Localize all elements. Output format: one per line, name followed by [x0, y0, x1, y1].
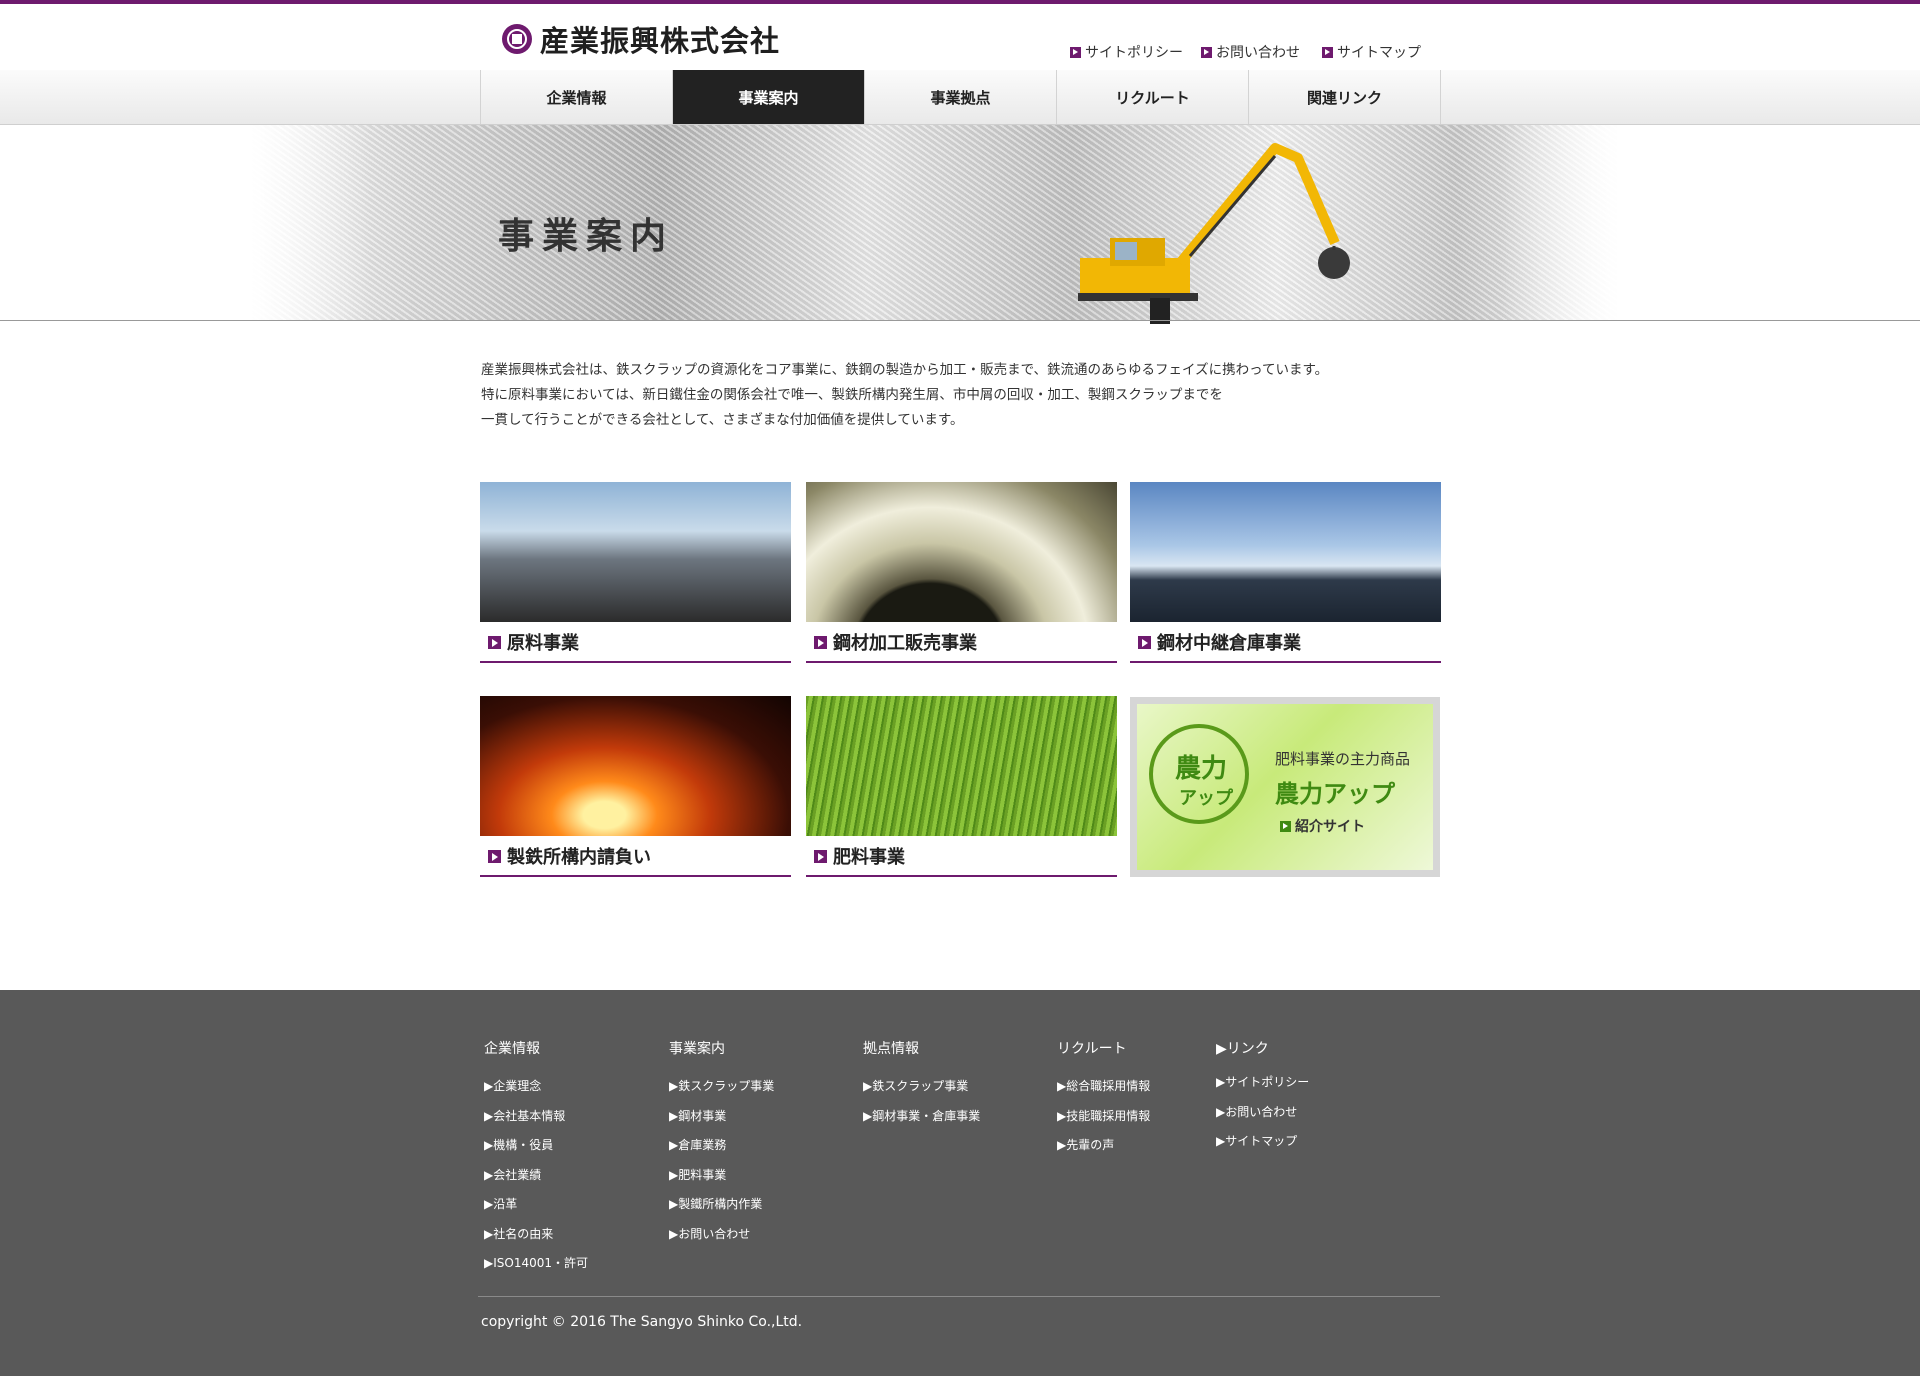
furnace-image [480, 696, 791, 836]
hero-divider [0, 320, 1920, 321]
card-steel-processing[interactable]: 鋼材加工販売事業 [806, 482, 1117, 663]
footer-link[interactable]: ▶お問い合わせ [669, 1220, 774, 1250]
arrow-right-icon [1070, 46, 1081, 58]
arrow-right-icon [1138, 635, 1151, 649]
brushed-metal-background [250, 125, 1620, 321]
footer-link[interactable]: ▶沿革 [484, 1190, 588, 1220]
card-raw-materials[interactable]: 原料事業 [480, 482, 791, 663]
footer-link[interactable]: ▶倉庫業務 [669, 1131, 774, 1161]
footer-heading: 拠点情報 [863, 1041, 919, 1057]
footer-link[interactable]: ▶企業理念 [484, 1072, 588, 1102]
footer-link[interactable]: ▶サイトマップ [1216, 1127, 1309, 1157]
footer: 企業情報 ▶企業理念 ▶会社基本情報 ▶機構・役員 ▶会社業績 ▶沿革 ▶社名の… [0, 990, 1920, 1376]
footer-heading[interactable]: ▶リンク [1216, 1038, 1309, 1058]
arrow-right-icon [1322, 46, 1333, 58]
intro-text: 産業振興株式会社は、鉄スクラップの資源化をコア事業に、鉄鋼の製造から加工・販売ま… [481, 358, 1381, 433]
intro-line: 産業振興株式会社は、鉄スクラップの資源化をコア事業に、鉄鋼の製造から加工・販売ま… [481, 362, 1329, 378]
footer-link[interactable]: ▶鉄スクラップ事業 [669, 1072, 774, 1102]
nav-item-business[interactable]: 事業案内 [673, 70, 865, 124]
footer-heading: 事業案内 [669, 1041, 725, 1057]
footer-heading: リクルート [1057, 1041, 1127, 1057]
nav-item-recruit[interactable]: リクルート [1057, 70, 1249, 124]
copyright: copyright © 2016 The Sangyo Shinko Co.,L… [481, 1314, 803, 1330]
company-emblem-icon [502, 24, 532, 54]
arrow-right-icon [1201, 46, 1212, 58]
card-title: 鋼材中継倉庫事業 [1157, 633, 1301, 654]
header: 産業振興株式会社 サイトポリシー お問い合わせ サイトマップ [0, 4, 1920, 71]
scrap-metal-image [480, 482, 791, 622]
sitemap-link[interactable]: サイトマップ [1322, 42, 1421, 62]
footer-link[interactable]: ▶会社基本情報 [484, 1102, 588, 1132]
footer-link[interactable]: ▶肥料事業 [669, 1161, 774, 1191]
hero-banner: 事業案内 [0, 125, 1920, 321]
footer-col-links: ▶リンク ▶サイトポリシー ▶お問い合わせ ▶サイトマップ [1216, 1038, 1309, 1157]
arrow-right-icon [1280, 820, 1291, 832]
nav-item-locations[interactable]: 事業拠点 [865, 70, 1057, 124]
footer-link[interactable]: ▶サイトポリシー [1216, 1068, 1309, 1098]
footer-col-company: 企業情報 ▶企業理念 ▶会社基本情報 ▶機構・役員 ▶会社業績 ▶沿革 ▶社名の… [484, 1038, 588, 1279]
footer-col-locations: 拠点情報 ▶鉄スクラップ事業 ▶鋼材事業・倉庫事業 [863, 1038, 980, 1131]
footer-link[interactable]: ▶鋼材事業 [669, 1102, 774, 1132]
promo-subtitle: 肥料事業の主力商品 [1275, 750, 1411, 768]
nav-item-links[interactable]: 関連リンク [1249, 70, 1441, 124]
card-title: 鋼材加工販売事業 [833, 633, 977, 654]
utility-links: サイトポリシー お問い合わせ サイトマップ [1070, 42, 1421, 62]
card-steelworks-contract[interactable]: 製鉄所構内請負い [480, 696, 791, 877]
steel-coil-image [806, 482, 1117, 622]
contact-link[interactable]: お問い合わせ [1201, 42, 1300, 62]
arrow-right-icon [488, 635, 501, 649]
footer-link[interactable]: ▶会社業績 [484, 1161, 588, 1191]
site-policy-link[interactable]: サイトポリシー [1070, 42, 1183, 62]
page-title: 事業案内 [498, 216, 675, 257]
footer-link[interactable]: ▶鉄スクラップ事業 [863, 1072, 980, 1102]
excavator-image [1078, 143, 1350, 324]
arrow-right-icon [488, 849, 501, 863]
intro-line: 特に原料事業においては、新日鐵住金の関係会社で唯一、製鉄所構内発生屑、市中屑の回… [481, 387, 1223, 403]
logo-text: 産業振興株式会社 [540, 24, 781, 58]
card-warehouse[interactable]: 鋼材中継倉庫事業 [1130, 482, 1441, 663]
ship-crane-image [1130, 482, 1441, 622]
footer-link[interactable]: ▶お問い合わせ [1216, 1098, 1309, 1128]
nav-item-company[interactable]: 企業情報 [481, 70, 673, 124]
footer-link[interactable]: ▶鋼材事業・倉庫事業 [863, 1102, 980, 1132]
footer-link[interactable]: ▶製鐵所構内作業 [669, 1190, 774, 1220]
footer-link[interactable]: ▶先輩の声 [1057, 1131, 1150, 1161]
footer-link[interactable]: ▶機構・役員 [484, 1131, 588, 1161]
footer-link[interactable]: ▶ISO14001・許可 [484, 1249, 588, 1279]
intro-line: 一貫して行うことができる会社として、さまざまな付加価値を提供しています。 [481, 412, 964, 428]
promo-link: 紹介サイト [1280, 816, 1365, 836]
card-title: 原料事業 [507, 633, 579, 654]
footer-col-business: 事業案内 ▶鉄スクラップ事業 ▶鋼材事業 ▶倉庫業務 ▶肥料事業 ▶製鐵所構内作… [669, 1038, 774, 1249]
main-nav: 企業情報 事業案内 事業拠点 リクルート 関連リンク [0, 70, 1920, 125]
footer-link[interactable]: ▶社名の由来 [484, 1220, 588, 1250]
card-fertilizer[interactable]: 肥料事業 [806, 696, 1117, 877]
footer-divider [478, 1296, 1440, 1297]
arrow-right-icon [814, 635, 827, 649]
site-logo[interactable]: 産業振興株式会社 [502, 22, 780, 58]
promo-title: 農力アップ [1275, 780, 1395, 808]
footer-link[interactable]: ▶総合職採用情報 [1057, 1072, 1150, 1102]
arrow-right-icon [814, 849, 827, 863]
card-title: 肥料事業 [833, 847, 905, 868]
footer-col-recruit: リクルート ▶総合職採用情報 ▶技能職採用情報 ▶先輩の声 [1057, 1038, 1150, 1161]
card-title: 製鉄所構内請負い [507, 847, 651, 868]
footer-link[interactable]: ▶技能職採用情報 [1057, 1102, 1150, 1132]
footer-heading: 企業情報 [484, 1041, 540, 1057]
rice-field-image [806, 696, 1117, 836]
promo-banner-nouryoku-up[interactable]: 農力 アップ 肥料事業の主力商品 農力アップ 紹介サイト [1130, 697, 1440, 877]
